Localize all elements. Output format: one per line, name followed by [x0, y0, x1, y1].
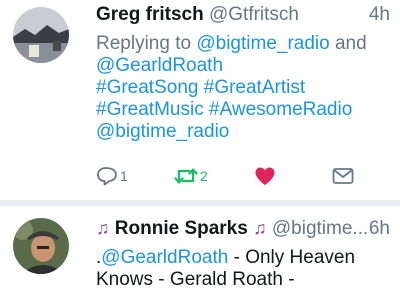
tweet-header: ♫ Ronnie Sparks ♫ @bigtime... 6h: [96, 218, 390, 242]
tweet-header: Greg fritsch @Gtfritsch 4h: [96, 4, 390, 28]
avatar[interactable]: [13, 218, 69, 274]
hashtag-link[interactable]: #AwesomeRadio: [209, 99, 352, 120]
tweet-item[interactable]: ♫ Ronnie Sparks ♫ @bigtime... 6h .@Gearl…: [0, 206, 400, 304]
author-name[interactable]: Greg fritsch: [96, 4, 204, 25]
music-note-icon: ♫: [96, 218, 110, 238]
retweet-button[interactable]: 2: [174, 164, 208, 188]
author-handle[interactable]: @Gtfritsch: [209, 4, 299, 25]
reply-count: 1: [120, 168, 128, 184]
hashtag-link[interactable]: #GreatSong: [96, 77, 198, 98]
hashtag-link[interactable]: #GreatMusic: [96, 99, 204, 120]
retweet-count: 2: [200, 168, 208, 184]
mention-link[interactable]: @bigtime_radio: [96, 121, 229, 142]
music-note-icon: ♫: [253, 218, 267, 238]
reply-icon: [97, 167, 117, 186]
retweet-icon: [174, 168, 198, 184]
tweet-actions: 1 2: [96, 164, 386, 188]
replying-and: and: [334, 33, 367, 54]
author-handle[interactable]: @bigtime...: [272, 218, 368, 239]
tweet-text: Replying to @bigtime_radio and @GearldRo…: [96, 33, 392, 143]
timestamp[interactable]: 6h: [369, 218, 390, 240]
author-name[interactable]: Ronnie Sparks: [115, 218, 248, 239]
envelope-icon: [332, 168, 354, 184]
hashtag-link[interactable]: #GreatArtist: [204, 77, 305, 98]
tweet-text: .@GearldRoath - Only Heaven Knows - Gera…: [96, 247, 392, 291]
replying-label: Replying to: [96, 33, 192, 54]
reply-button[interactable]: 1: [96, 164, 128, 188]
mention-link[interactable]: @GearldRoath: [96, 55, 223, 76]
mention-link[interactable]: @bigtime_radio: [196, 33, 329, 54]
man-with-hat-photo-icon: [13, 218, 69, 274]
message-button[interactable]: [332, 164, 354, 188]
like-button[interactable]: [254, 164, 276, 188]
timestamp[interactable]: 4h: [369, 4, 390, 26]
heart-icon: [255, 167, 275, 185]
mention-link[interactable]: @GearldRoath: [101, 247, 228, 268]
lake-mountain-photo-icon: [13, 7, 69, 63]
tweet-item[interactable]: Greg fritsch @Gtfritsch 4h Replying to @…: [0, 0, 400, 200]
avatar[interactable]: [13, 7, 69, 63]
